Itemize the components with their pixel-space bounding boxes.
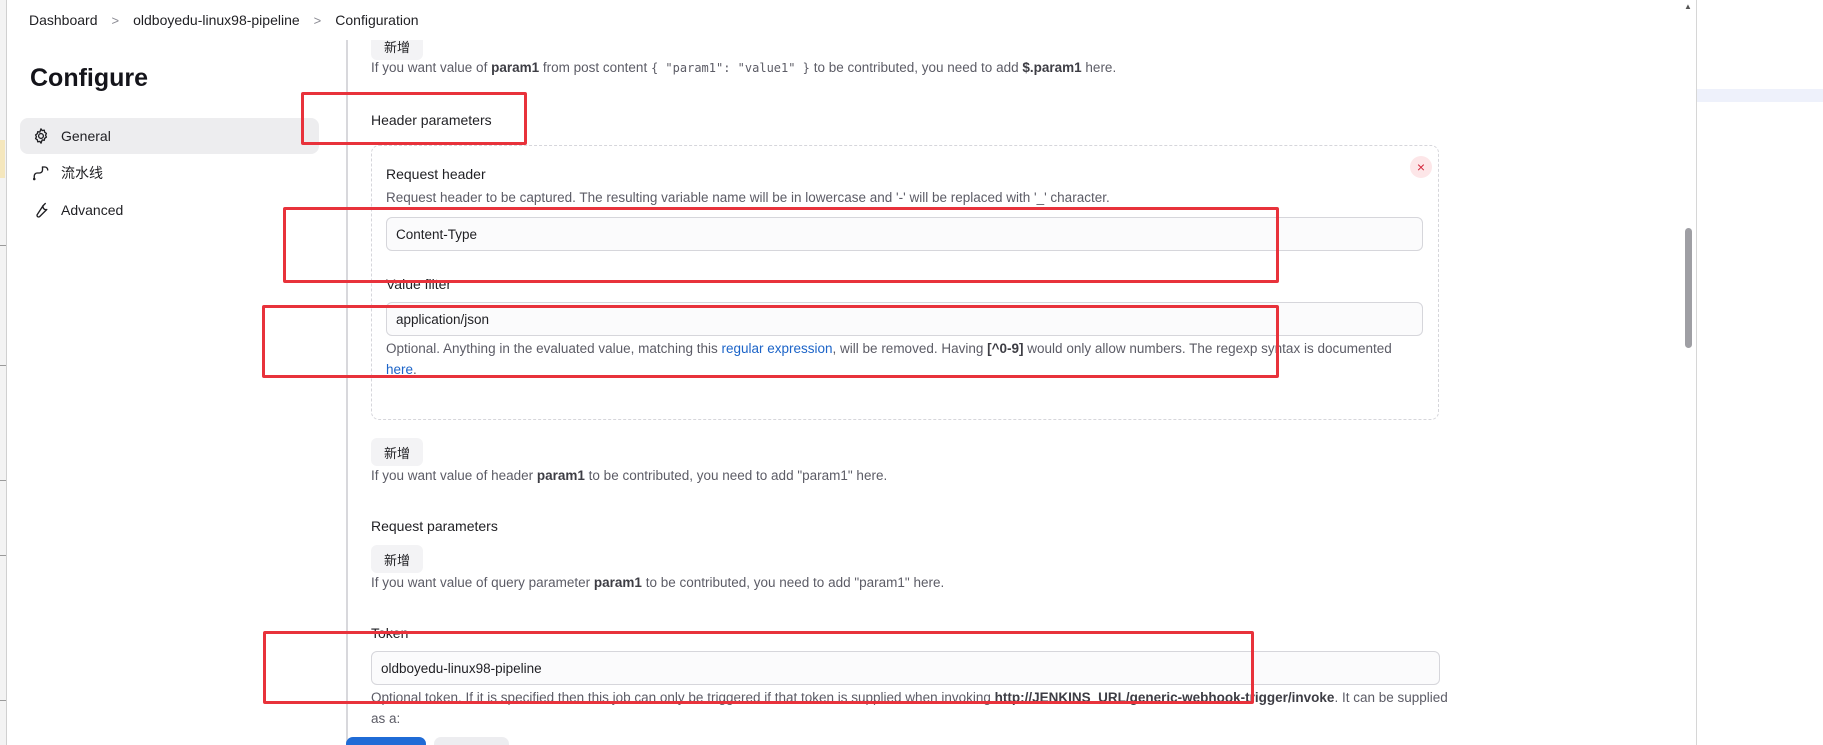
apply-button[interactable] <box>434 737 509 745</box>
request-header-help: Request header to be captured. The resul… <box>386 190 1110 205</box>
breadcrumb-configuration[interactable]: Configuration <box>329 12 424 28</box>
add-request-parameter-button[interactable]: 新增 <box>371 545 424 573</box>
browser-window: Dashboard > oldboyedu-linux98-pipeline >… <box>7 0 1696 745</box>
breadcrumb-separator: > <box>313 12 322 28</box>
value-filter-label: Value filter <box>386 276 452 292</box>
breadcrumb: Dashboard > oldboyedu-linux98-pipeline >… <box>7 0 1682 40</box>
request-header-input[interactable] <box>386 217 1423 251</box>
sidebar-item-label: Advanced <box>61 202 124 218</box>
header-parameter-entry: × Request header Request header to be ca… <box>371 145 1439 420</box>
add-header-parameter-button[interactable]: 新增 <box>371 438 424 466</box>
post-content-help: If you want value of param1 from post co… <box>371 60 1117 75</box>
regular-expression-link[interactable]: regular expression <box>721 341 832 356</box>
request-params-help: If you want value of query parameter par… <box>371 575 945 590</box>
save-button[interactable] <box>346 737 426 745</box>
sidebar-item-advanced[interactable]: Advanced <box>20 192 319 228</box>
header-parameters-title: Header parameters <box>371 112 492 128</box>
breadcrumb-separator: > <box>111 12 120 28</box>
sidebar-item-general[interactable]: General <box>20 118 319 154</box>
token-label: Token <box>371 625 409 641</box>
pipeline-icon <box>31 163 51 183</box>
page-scrollbar[interactable]: ▲ <box>1682 0 1696 745</box>
token-help: Optional token. If it is specified then … <box>371 690 1448 726</box>
side-panel: Configure General 流水线 Advanced <box>7 40 327 745</box>
breadcrumb-job[interactable]: oldboyedu-linux98-pipeline <box>127 12 306 28</box>
gear-icon <box>31 126 51 146</box>
close-icon: × <box>1416 159 1426 175</box>
sidebar-item-label: 流水线 <box>61 165 103 181</box>
webhook-url: http://JENKINS_URL/generic-webhook-trigg… <box>994 690 1335 705</box>
wrench-icon <box>31 200 51 220</box>
header-params-help: If you want value of header param1 to be… <box>371 468 888 483</box>
value-filter-input[interactable] <box>386 302 1423 336</box>
background-window-edge <box>0 0 7 745</box>
background-window-right <box>1696 0 1823 745</box>
remove-header-button[interactable]: × <box>1410 156 1432 178</box>
configuration-form: 新增 If you want value of param1 from post… <box>346 0 1676 745</box>
request-header-label: Request header <box>386 166 486 182</box>
value-filter-help: Optional. Anything in the evaluated valu… <box>386 341 1392 377</box>
sidebar-item-label: General <box>61 128 111 144</box>
scrollbar-thumb[interactable] <box>1685 228 1692 348</box>
breadcrumb-dashboard[interactable]: Dashboard <box>23 12 104 28</box>
page-title: Configure <box>30 64 149 92</box>
token-input[interactable] <box>371 651 1440 685</box>
section-divider <box>346 40 348 745</box>
scroll-up-icon[interactable]: ▲ <box>1684 2 1692 11</box>
request-parameters-title: Request parameters <box>371 518 498 534</box>
regexp-docs-link[interactable]: here <box>386 362 413 377</box>
sidebar-item-pipeline[interactable]: 流水线 <box>20 155 319 191</box>
